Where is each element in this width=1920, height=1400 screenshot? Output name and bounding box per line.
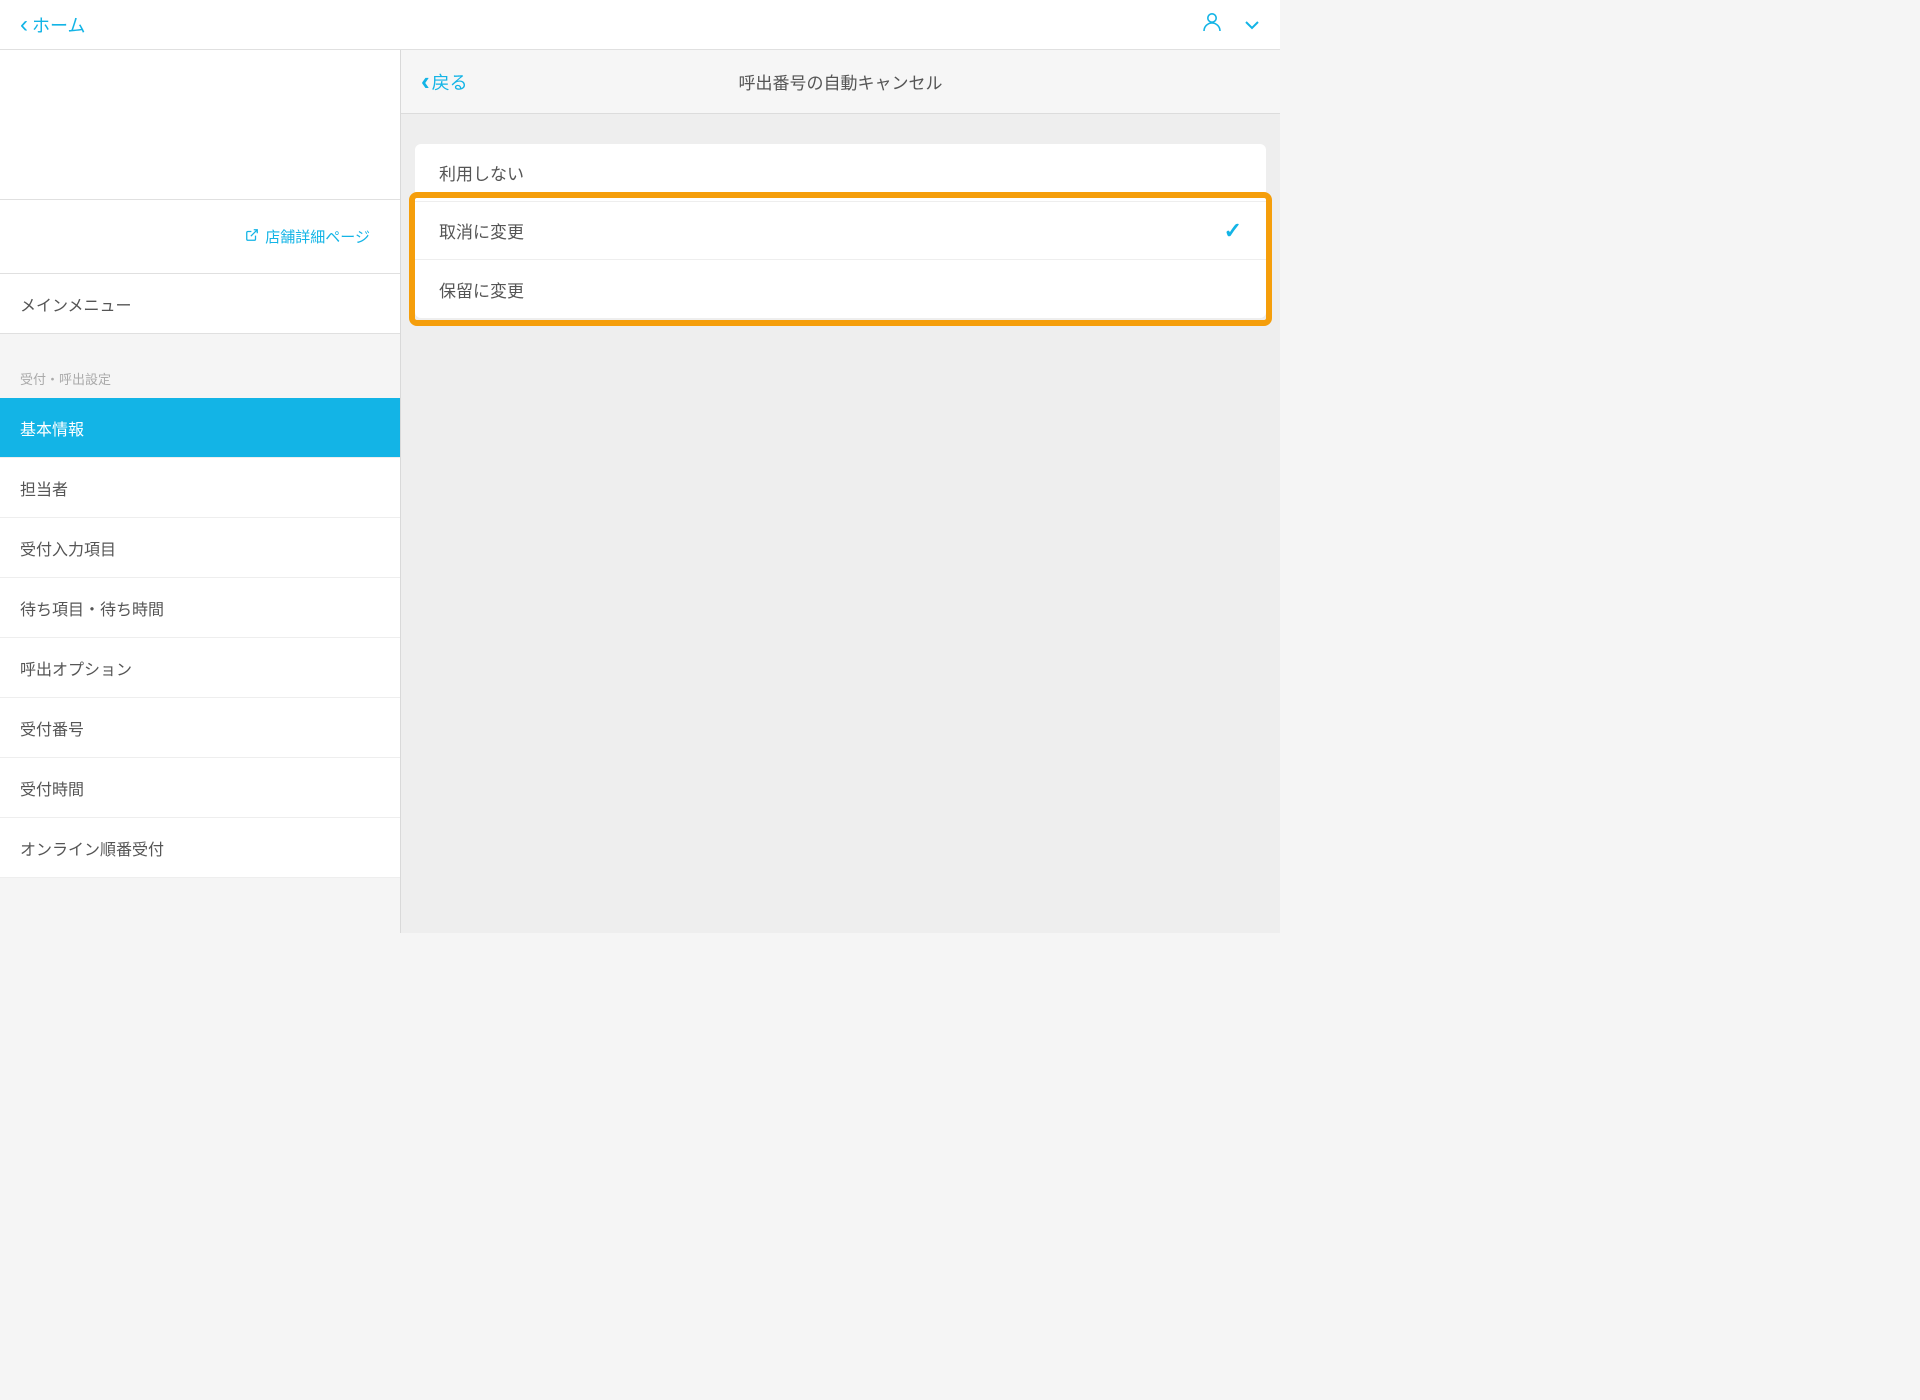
sidebar-item-label: 基本情報 [20,416,84,440]
option-label: 保留に変更 [439,277,524,302]
sidebar-item-call-option[interactable]: 呼出オプション [0,638,400,698]
home-nav-button[interactable]: ‹ ホーム [20,11,85,39]
sidebar-section-header: 受付・呼出設定 [0,334,400,398]
sidebar-item-label: 担当者 [20,476,68,500]
chevron-down-icon[interactable] [1244,17,1260,33]
store-detail-link[interactable]: 店舗詳細ページ [0,200,400,274]
sidebar-item-reception-input[interactable]: 受付入力項目 [0,518,400,578]
chevron-left-icon: ‹ [20,11,28,39]
sidebar-item-basic-info[interactable]: 基本情報 [0,398,400,458]
top-header-right [1200,10,1260,39]
sidebar-main-menu[interactable]: メインメニュー [0,274,400,334]
sidebar-item-wait-items[interactable]: 待ち項目・待ち時間 [0,578,400,638]
back-label: 戻る [432,69,468,95]
sidebar-item-label: 受付時間 [20,776,84,800]
sidebar-item-reception-number[interactable]: 受付番号 [0,698,400,758]
chevron-left-icon: ‹ [421,66,430,97]
sidebar-item-reception-time[interactable]: 受付時間 [0,758,400,818]
sidebar: 店舗詳細ページ メインメニュー 受付・呼出設定 基本情報 担当者 受付入力項目 … [0,50,401,933]
sidebar-item-label: 待ち項目・待ち時間 [20,596,164,620]
sidebar-item-online-reception[interactable]: オンライン順番受付 [0,818,400,878]
external-link-icon [245,228,259,246]
option-change-to-cancel[interactable]: 取消に変更 ✓ [415,202,1266,260]
top-header: ‹ ホーム [0,0,1280,50]
sidebar-item-label: 呼出オプション [20,656,132,680]
sidebar-item-label: 受付番号 [20,716,84,740]
sidebar-item-label: 受付入力項目 [20,536,116,560]
sidebar-item-label: オンライン順番受付 [20,836,164,860]
back-button[interactable]: ‹ 戻る [421,66,468,97]
check-icon: ✓ [1224,218,1242,244]
option-change-to-hold[interactable]: 保留に変更 [415,260,1266,318]
option-label: 取消に変更 [439,218,524,243]
home-label: ホーム [32,12,85,38]
sidebar-item-staff[interactable]: 担当者 [0,458,400,518]
sidebar-store-info [0,50,400,200]
sub-header: ‹ 戻る 呼出番号の自動キャンセル [401,50,1280,114]
content-area: 利用しない 取消に変更 ✓ 保留に変更 [401,114,1280,933]
page-title: 呼出番号の自動キャンセル [739,69,943,94]
main-content: ‹ 戻る 呼出番号の自動キャンセル 利用しない 取消に変更 ✓ 保 [401,50,1280,933]
store-detail-link-label: 店舗詳細ページ [265,226,370,247]
option-do-not-use[interactable]: 利用しない [415,144,1266,202]
option-card: 利用しない 取消に変更 ✓ 保留に変更 [415,144,1266,318]
user-icon[interactable] [1200,10,1224,39]
option-label: 利用しない [439,160,524,185]
main-menu-label: メインメニュー [20,292,132,316]
